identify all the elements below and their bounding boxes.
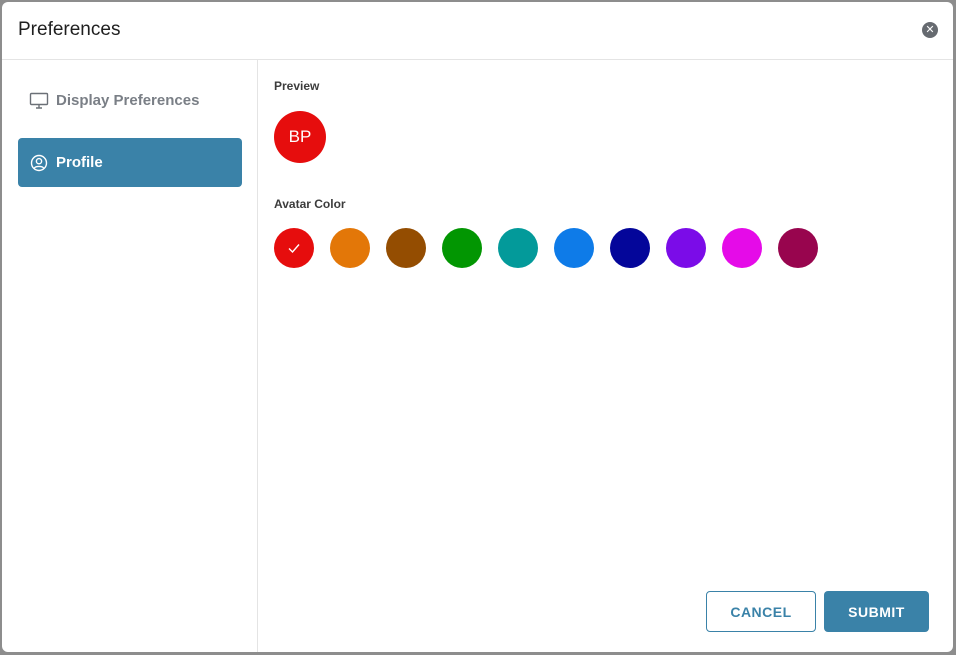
cancel-button[interactable]: CANCEL (706, 591, 816, 632)
avatar-color-label: Avatar Color (274, 197, 346, 211)
user-circle-icon (29, 153, 49, 173)
color-swatch[interactable] (274, 228, 314, 268)
monitor-icon (29, 91, 49, 111)
profile-panel: Preview BP Avatar Color CANCEL SUBMIT (259, 60, 953, 652)
dialog-title: Preferences (18, 19, 121, 40)
submit-button[interactable]: SUBMIT (824, 591, 929, 632)
close-icon[interactable]: ✕ (922, 22, 938, 38)
color-swatch[interactable] (386, 228, 426, 268)
color-swatch[interactable] (498, 228, 538, 268)
avatar: BP (274, 111, 326, 163)
color-swatch[interactable] (722, 228, 762, 268)
color-swatch[interactable] (778, 228, 818, 268)
sidebar-item-display-preferences[interactable]: Display Preferences (18, 76, 242, 125)
avatar-color-picker (274, 228, 818, 268)
sidebar: Display Preferences Profile (2, 60, 258, 652)
color-swatch[interactable] (330, 228, 370, 268)
sidebar-item-profile[interactable]: Profile (18, 138, 242, 187)
dialog-body: Display Preferences Profile Preview BP A… (2, 60, 953, 652)
dialog-header: Preferences ✕ (2, 2, 953, 60)
color-swatch[interactable] (442, 228, 482, 268)
preview-label: Preview (274, 79, 320, 93)
preferences-dialog: Preferences ✕ Display Preferences Profil… (2, 2, 953, 652)
sidebar-item-label: Profile (56, 154, 103, 171)
color-swatch[interactable] (610, 228, 650, 268)
color-swatch[interactable] (554, 228, 594, 268)
sidebar-item-label: Display Preferences (56, 92, 200, 109)
check-icon (288, 244, 300, 254)
color-swatch[interactable] (666, 228, 706, 268)
